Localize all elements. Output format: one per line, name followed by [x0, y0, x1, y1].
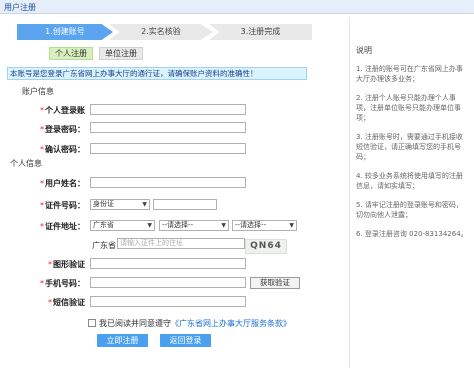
captcha-input[interactable] — [90, 258, 246, 269]
section-personal-info: 个人信息 — [10, 159, 42, 168]
instruction-item: 4. 较多业务系统将使用填写的注册信息，请如实填写； — [356, 172, 463, 190]
registration-form: 1.创建账号 2.实名核验 3.注册完成 个人注册 单位注册 本账号是您登录广东省… — [7, 18, 312, 363]
terms-link[interactable]: 《广东省网上办事大厅服务条款》 — [171, 319, 291, 328]
register-button[interactable]: 立即注册 — [97, 334, 148, 347]
id-type-select[interactable]: 身份证 ▼ — [90, 199, 150, 210]
username-label: *个人登录账 — [40, 106, 85, 115]
instruction-item: 3. 注册账号时，需要通过手机接收短信验证，请正确填写您的手机号码； — [356, 133, 463, 161]
instruction-item: 6. 登录注册咨询 020-83134264。 — [356, 230, 468, 238]
progress-steps: 1.创建账号 2.实名核验 3.注册完成 — [17, 24, 312, 40]
account-notice: 本账号是您登录广东省网上办事大厅的通行证，请确保账户资料的准确性！ — [7, 67, 307, 80]
chevron-down-icon: ▼ — [221, 222, 226, 229]
chevron-down-icon: ▼ — [289, 222, 294, 229]
agreement-text: 我已阅读并同意遵守 — [99, 319, 171, 328]
sms-code-input[interactable] — [90, 296, 246, 307]
step-verify-identity: 2.实名核验 — [109, 24, 213, 40]
step-complete: 3.注册完成 — [209, 24, 312, 40]
get-sms-code-button[interactable]: 获取验证 — [250, 277, 300, 289]
address-prefix: 广东省 — [92, 241, 116, 250]
instruction-item: 2. 注册个人账号只能办理个人事项，注册单位账号只能办理单位事项； — [356, 94, 461, 122]
section-account-info: 账户信息 — [22, 87, 54, 96]
instructions-title: 说明 — [356, 46, 372, 55]
instruction-item: 1. 注册的账号可在广东省网上办事大厅办理该多业务； — [356, 65, 463, 83]
instruction-item: 5. 请牢记注册的登录账号和密码，切勿向他人泄露； — [356, 201, 463, 219]
password-input[interactable] — [90, 122, 246, 133]
city-select[interactable]: --请选择-- ▼ — [159, 220, 229, 231]
back-to-login-button[interactable]: 返回登录 — [160, 334, 211, 347]
chevron-down-icon: ▼ — [142, 201, 147, 208]
address-detail-input[interactable]: 请输入证件上的住址 — [117, 238, 245, 249]
phone-label: *手机号码： — [40, 279, 85, 288]
confirm-password-label: *确认密码： — [40, 145, 85, 154]
chevron-down-icon: ▼ — [147, 222, 152, 229]
step-create-account: 1.创建账号 — [17, 24, 113, 40]
confirm-password-input[interactable] — [90, 143, 246, 154]
tab-organization[interactable]: 单位注册 — [99, 47, 143, 60]
captcha-image[interactable]: QN64 — [245, 239, 287, 254]
province-select[interactable]: 广东省 ▼ — [90, 220, 155, 231]
captcha-label: *图形验证 — [48, 260, 85, 269]
tab-personal[interactable]: 个人注册 — [49, 47, 93, 60]
registration-tabs: 个人注册 单位注册 — [49, 47, 149, 60]
agreement-checkbox[interactable] — [88, 319, 96, 327]
real-name-input[interactable] — [90, 177, 246, 188]
address-label: *证件地址： — [40, 222, 85, 231]
instructions-panel: 说明 1. 注册的账号可在广东省网上办事大厅办理该多业务； 2. 注册个人账号只… — [356, 46, 468, 248]
id-number-label: *证件号码： — [40, 201, 85, 210]
password-label: *登录密码： — [40, 125, 85, 134]
column-divider — [349, 18, 350, 368]
phone-input[interactable] — [90, 277, 246, 288]
username-input[interactable] — [90, 104, 246, 115]
sms-code-label: *短信验证 — [48, 298, 85, 307]
real-name-label: *用户姓名： — [40, 179, 85, 188]
id-number-input[interactable] — [153, 199, 217, 210]
agreement-row: 我已阅读并同意遵守《广东省网上办事大厅服务条款》 — [88, 318, 291, 329]
district-select[interactable]: --请选择-- ▼ — [232, 220, 297, 231]
title-bar: 用户注册 — [0, 0, 474, 14]
window-title: 用户注册 — [4, 3, 36, 12]
